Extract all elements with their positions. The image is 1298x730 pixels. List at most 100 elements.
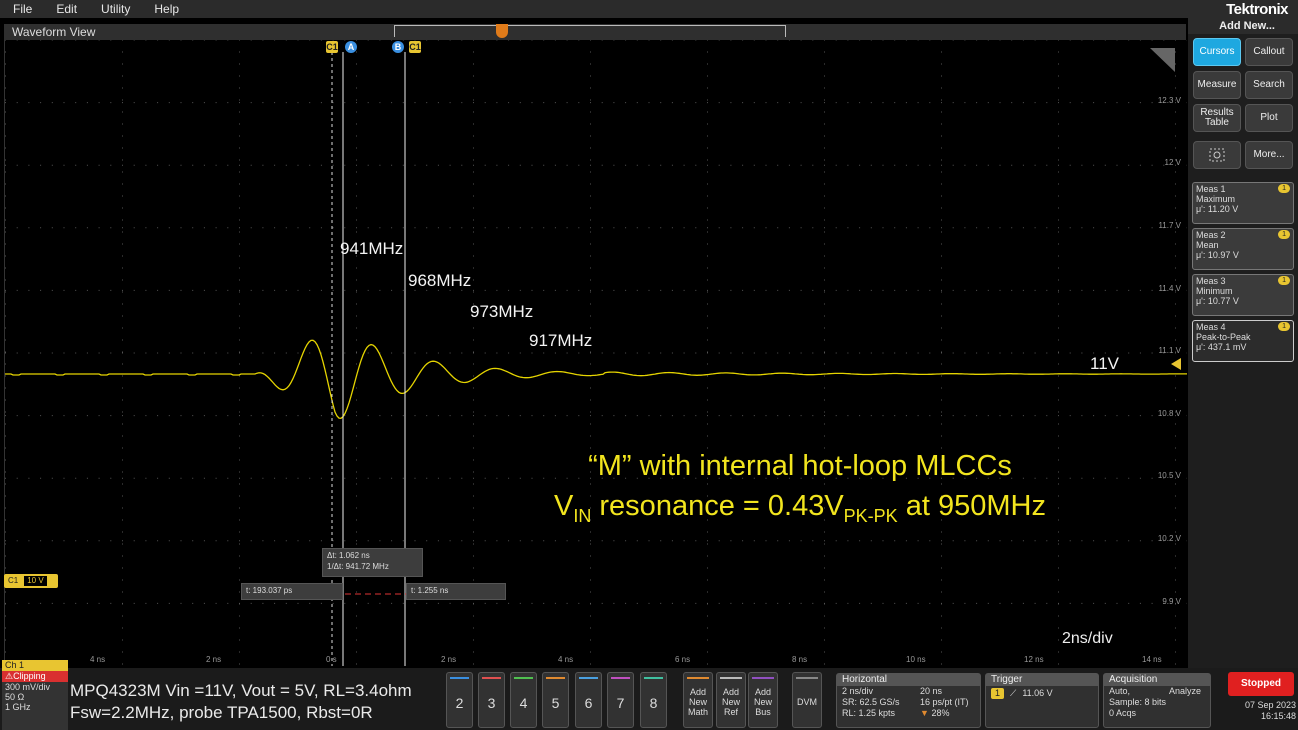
search-button[interactable]: Search [1245, 71, 1293, 99]
add-stripe [720, 677, 742, 679]
add-line-3: Bus [755, 707, 771, 717]
ch1-bandwidth: 1 GHz [5, 702, 31, 712]
time-per-point: 16 ps/pt (IT) [920, 697, 969, 707]
more-button[interactable]: More... [1245, 141, 1293, 169]
ch1-badge-label: C1 [8, 576, 19, 585]
ch1-info-badge[interactable]: Ch 1 ⚠Clipping 300 mV/div 50 Ω 1 GHz [2, 660, 68, 730]
volt-tick: 11.7 V [1158, 221, 1181, 230]
horizontal-title: Horizontal [837, 674, 980, 686]
record-length: RL: 1.25 kpts [842, 708, 896, 718]
channel-2-button[interactable]: 2 [446, 672, 473, 728]
plot-button[interactable]: Plot [1245, 104, 1293, 132]
timebase-label: 2ns/div [1062, 630, 1113, 647]
cursor-a-readout[interactable]: t: 193.037 ps [241, 583, 343, 600]
date-time: 07 Sep 2023 16:15:48 [1226, 700, 1296, 722]
menu-utility[interactable]: Utility [89, 2, 142, 16]
cursors-button[interactable]: Cursors [1193, 38, 1241, 66]
trigger-level: 11.06 V [1022, 688, 1053, 698]
ch1-vertical-scale: 300 mV/div [5, 682, 51, 692]
ch1-waveform [5, 339, 1187, 419]
channel-5-button[interactable]: 5 [542, 672, 569, 728]
time-label: 16:15:48 [1260, 711, 1296, 721]
channel-8-button[interactable]: 8 [640, 672, 667, 728]
channel-3-button[interactable]: 3 [478, 672, 505, 728]
channel-4-button[interactable]: 4 [510, 672, 537, 728]
graticule-dots [5, 40, 1187, 665]
meas-3-badge[interactable]: Meas 3 1 Minimum μ': 10.77 V [1192, 274, 1294, 316]
freq-annotation-4: 917MHz [529, 331, 593, 350]
vin-subscript: IN [573, 506, 592, 526]
channel-6-button[interactable]: 6 [575, 672, 602, 728]
trigger-settings[interactable]: Trigger 1 ⟋ 11.06 V [985, 673, 1099, 728]
acquisition-analyze: Analyze [1169, 686, 1202, 696]
volt-tick: 9.9 V [1162, 597, 1181, 606]
ch1-impedance: 50 Ω [5, 692, 25, 702]
add-new-math-button[interactable]: Add New Math [683, 672, 713, 728]
caption-line-2: Fsw=2.2MHz, probe TPA1500, Rbst=0R [70, 703, 373, 722]
acquisition-settings[interactable]: Acquisition Auto, Analyze Sample: 8 bits … [1103, 673, 1211, 728]
channel-label: 4 [519, 695, 528, 711]
delta-t-value: Δt: 1.062 ns [327, 551, 370, 560]
cursor-delta-readout[interactable]: Δt: 1.062 ns 1/Δt: 941.72 MHz [322, 548, 423, 577]
cursor-c1-tag-left[interactable]: C1 [326, 41, 338, 53]
trigger-position-icon[interactable] [496, 24, 508, 38]
add-new-ref-button[interactable]: Add New Ref [716, 672, 746, 728]
ch1-name: Ch 1 [2, 660, 68, 671]
run-stop-status[interactable]: Stopped [1228, 672, 1294, 696]
channel-7-button[interactable]: 7 [607, 672, 634, 728]
channel-color-stripe [644, 677, 663, 679]
volt-tick: 10.2 V [1157, 534, 1181, 543]
meas-type: Minimum [1196, 286, 1233, 296]
meas-4-badge[interactable]: Meas 4 1 Peak-to-Peak μ': 437.1 mV [1192, 320, 1294, 362]
cursor-b-tag[interactable]: B [392, 41, 404, 53]
time-tick: 0 s [326, 655, 337, 664]
add-line-2: New [688, 697, 707, 707]
record-view-bar[interactable] [394, 25, 786, 37]
add-line-2: New [721, 697, 740, 707]
dvm-button[interactable]: DVM [792, 672, 822, 728]
time-tick: 2 ns [441, 655, 457, 664]
channel-label: 3 [487, 695, 496, 711]
zoom-button[interactable] [1193, 141, 1241, 169]
add-new-bus-button[interactable]: Add New Bus [748, 672, 778, 728]
measure-button[interactable]: Measure [1193, 71, 1241, 99]
meas-value: μ': 437.1 mV [1196, 342, 1247, 352]
ch1-level-marker[interactable] [1171, 358, 1181, 370]
cursor-b-readout[interactable]: t: 1.255 ns [406, 583, 506, 600]
caption-line-1: MPQ4323M Vin =11V, Vout = 5V, RL=3.4ohm [70, 681, 412, 700]
add-line-1: Add [689, 687, 706, 697]
channel-label: 2 [455, 695, 464, 711]
meas-title: Meas 1 [1196, 184, 1226, 194]
menu-file[interactable]: File [0, 2, 44, 16]
add-stripe [687, 677, 709, 679]
freq-annotation-3: 973MHz [470, 302, 534, 321]
menu-help[interactable]: Help [142, 2, 191, 16]
zoom-corner-icon[interactable] [1150, 48, 1175, 72]
add-line-3: Math [687, 707, 708, 717]
sample-bits: Sample: 8 bits [1109, 697, 1167, 707]
meas-1-badge[interactable]: Meas 1 1 Maximum μ': 11.20 V [1192, 182, 1294, 224]
clipping-warning: ⚠Clipping [2, 671, 68, 682]
pkpk-subscript: PK-PK [843, 506, 898, 526]
horizontal-settings[interactable]: Horizontal 2 ns/div 20 ns SR: 62.5 GS/s 16… [836, 673, 981, 728]
meas-title: Meas 2 [1196, 230, 1226, 240]
ch1-scale-badge[interactable]: C1 10 V [4, 574, 58, 588]
menu-edit[interactable]: Edit [44, 2, 89, 16]
waveform-plot[interactable] [4, 40, 1187, 666]
volt-tick: 12 V [1164, 158, 1181, 167]
cursor-c1-tag-right[interactable]: C1 [409, 41, 421, 53]
volt-tick: 11.1 V [1158, 346, 1181, 355]
resonance-value: resonance = 0.43V [591, 490, 844, 522]
results-table-button[interactable]: Results Table [1193, 104, 1241, 132]
meas-type: Peak-to-Peak [1196, 332, 1251, 342]
add-line-2: New [753, 697, 772, 707]
cursor-a-tag[interactable]: A [345, 41, 357, 53]
callout-button[interactable]: Callout [1245, 38, 1293, 66]
add-new-label: Add New... [1219, 20, 1275, 32]
time-tick: 4 ns [558, 655, 574, 664]
meas-2-badge[interactable]: Meas 2 1 Mean μ': 10.97 V [1192, 228, 1294, 270]
meas-type: Maximum [1196, 194, 1236, 204]
meas-title: Meas 4 [1196, 322, 1226, 332]
add-stripe [752, 677, 774, 679]
resonance-annotation: “M” with internal hot-loop MLCCs VIN res… [500, 446, 1100, 536]
